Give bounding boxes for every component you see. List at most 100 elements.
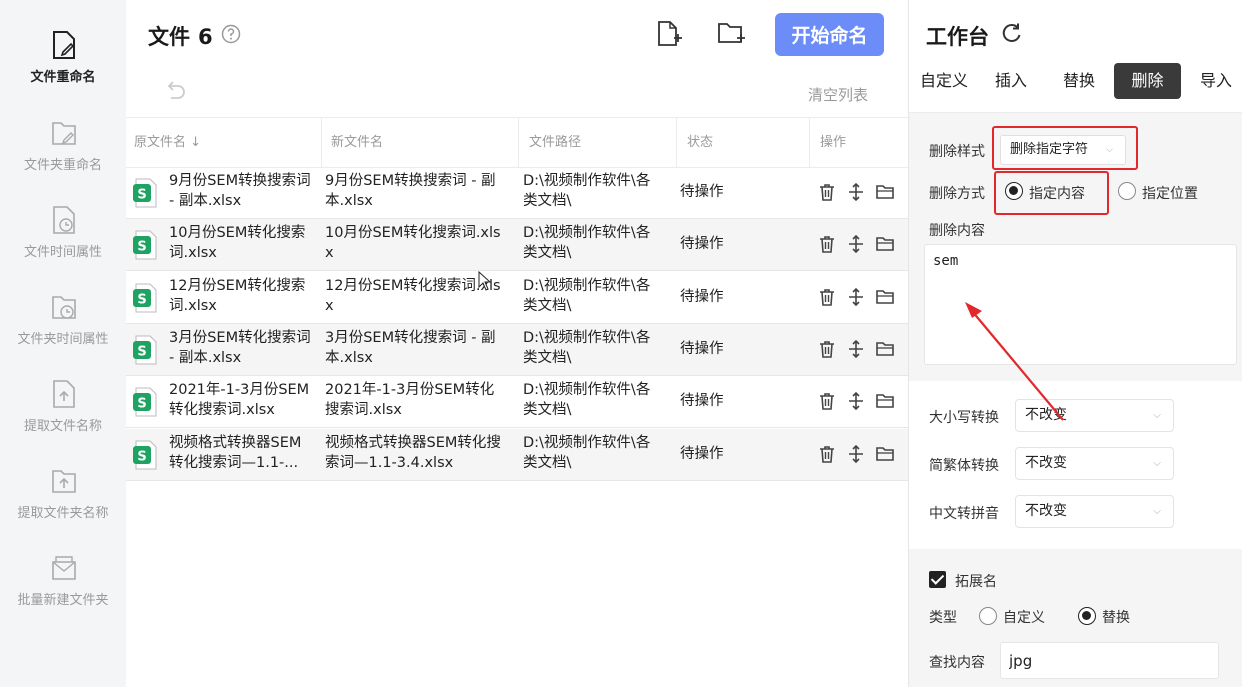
folder-open-icon[interactable] xyxy=(875,182,895,202)
new-filename: 12月份SEM转化搜索词.xlsx xyxy=(325,277,501,314)
table-header: 原文件名 ↓ 新文件名 文件路径 状态 操作 xyxy=(126,117,908,168)
chevron-down-icon: ⌵ xyxy=(1153,410,1161,421)
file-path: D:\视频制作软件\各类文档\ xyxy=(523,173,651,209)
add-file-icon[interactable] xyxy=(655,20,683,48)
table-row[interactable]: S 3月份SEM转化搜索词 - 副本.xlsx 3月份SEM转化搜索词 - 副本.x… xyxy=(126,323,908,376)
sidebar-item-label: 提取文件名称 xyxy=(23,419,102,434)
add-folder-icon[interactable] xyxy=(717,20,745,48)
sidebar-item-label: 文件时间属性 xyxy=(23,245,102,260)
move-icon[interactable] xyxy=(846,234,866,254)
column-original-name[interactable]: 原文件名 ↓ xyxy=(134,118,201,168)
new-filename: 视频格式转换器SEM转化搜索词—1.1-3.4.xlsx xyxy=(325,434,501,471)
delete-style-value: 删除指定字符 xyxy=(1010,142,1089,157)
trash-icon[interactable] xyxy=(817,339,837,359)
status-text: 待操作 xyxy=(680,340,724,357)
file-path: D:\视频制作软件\各类文档\ xyxy=(523,382,651,419)
file-list-panel: 文件 6 开始命名 清空列表 原文件名 ↓ 新文件名 文件路径 状态 操作 S 9月… xyxy=(126,0,908,687)
help-icon[interactable] xyxy=(221,24,241,44)
radio-specified-content[interactable] xyxy=(1005,182,1023,200)
radio-label: 指定内容 xyxy=(1029,186,1085,202)
table-row[interactable]: S 10月份SEM转化搜索词.xlsx 10月份SEM转化搜索词.xlsx D:\视频… xyxy=(126,219,908,272)
table-row[interactable]: S 2021年-1-3月份SEM转化搜索词.xlsx 2021年-1-3月份SEM转… xyxy=(126,376,908,429)
svg-text:S: S xyxy=(137,292,146,307)
folder-edit-icon xyxy=(52,122,76,145)
start-rename-button[interactable]: 开始命名 xyxy=(775,13,884,56)
sidebar-item-file-rename[interactable]: 文件重命名 xyxy=(0,30,126,110)
sidebar-item-label: 文件夹重命名 xyxy=(23,158,102,173)
trash-icon[interactable] xyxy=(817,182,837,202)
trash-icon[interactable] xyxy=(817,287,837,307)
radio-type-custom[interactable] xyxy=(979,607,997,625)
workbench-panel: 工作台 自定义 插入 替换 删除 导入 删除样式 删除指定字符 ⌵ 删除方式 指… xyxy=(908,0,1242,687)
original-filename: 视频格式转换器SEM转化搜索词—1.1-... xyxy=(169,434,302,471)
file-upload-icon xyxy=(53,380,75,408)
sidebar-item-extract-file-name[interactable]: 提取文件名称 xyxy=(0,379,126,459)
trash-icon[interactable] xyxy=(817,234,837,254)
column-file-path: 文件路径 xyxy=(529,135,582,150)
folder-open-icon[interactable] xyxy=(875,444,895,464)
file-clock-icon xyxy=(53,206,75,234)
delete-settings-section: 删除样式 删除指定字符 ⌵ 删除方式 指定内容 指定位置 删除内容 sem xyxy=(909,113,1242,381)
file-path: D:\视频制作软件\各类文档\ xyxy=(523,277,651,314)
clear-list-button[interactable]: 清空列表 xyxy=(808,84,868,105)
undo-icon[interactable] xyxy=(164,80,186,102)
table-row[interactable]: S 视频格式转换器SEM转化搜索词—1.1-... 视频格式转换器SEM转化搜索词—… xyxy=(126,428,908,481)
move-icon[interactable] xyxy=(846,444,866,464)
file-path: D:\视频制作软件\各类文档\ xyxy=(523,225,651,262)
sidebar-item-folder-time[interactable]: 文件夹时间属性 xyxy=(0,292,126,372)
workbench-tabs: 自定义 插入 替换 删除 导入 xyxy=(909,63,1242,101)
column-divider xyxy=(321,118,322,168)
refresh-icon[interactable] xyxy=(1001,22,1023,44)
excel-file-icon: S xyxy=(133,283,157,313)
type-label: 类型 xyxy=(929,610,957,626)
trash-icon[interactable] xyxy=(817,444,837,464)
tab-custom[interactable]: 自定义 xyxy=(913,63,975,99)
move-icon[interactable] xyxy=(846,391,866,411)
move-icon[interactable] xyxy=(846,339,866,359)
sidebar-item-extract-folder-name[interactable]: 提取文件夹名称 xyxy=(0,466,126,546)
trash-icon[interactable] xyxy=(817,391,837,411)
svg-text:S: S xyxy=(137,188,146,203)
sidebar-item-batch-new-folder[interactable]: 批量新建文件夹 xyxy=(0,553,126,633)
sidebar-item-folder-rename[interactable]: 文件夹重命名 xyxy=(0,118,126,198)
tab-insert[interactable]: 插入 xyxy=(983,63,1039,99)
table-row[interactable]: S 9月份SEM转换搜索词 - 副本.xlsx 9月份SEM转换搜索词 - 副本.x… xyxy=(126,167,908,219)
move-icon[interactable] xyxy=(846,182,866,202)
original-filename: 12月份SEM转化搜索词.xlsx xyxy=(169,277,306,314)
conversion-section: 大小写转换 不改变 ⌵ 简繁体转换 不改变 ⌵ 中文转拼音 不改变 ⌵ xyxy=(909,381,1242,549)
status-text: 待操作 xyxy=(680,393,724,410)
delete-content-input[interactable]: sem xyxy=(924,244,1237,365)
radio-label: 替换 xyxy=(1102,610,1130,626)
tab-replace[interactable]: 替换 xyxy=(1051,63,1107,99)
folder-open-icon[interactable] xyxy=(875,234,895,254)
pinyin-select[interactable]: 不改变 ⌵ xyxy=(1015,495,1174,528)
column-divider xyxy=(518,118,519,168)
table-row[interactable]: S 12月份SEM转化搜索词.xlsx 12月份SEM转化搜索词.xlsx D:\视频… xyxy=(126,272,908,324)
svg-text:S: S xyxy=(137,397,146,412)
sidebar-item-file-time[interactable]: 文件时间属性 xyxy=(0,205,126,285)
sidebar-item-label: 提取文件夹名称 xyxy=(17,506,109,521)
find-content-input[interactable] xyxy=(1000,642,1219,679)
tab-import[interactable]: 导入 xyxy=(1191,63,1241,99)
move-icon[interactable] xyxy=(846,287,866,307)
trad-simp-select[interactable]: 不改变 ⌵ xyxy=(1015,447,1174,480)
pinyin-value: 不改变 xyxy=(1025,503,1067,519)
case-convert-select[interactable]: 不改变 ⌵ xyxy=(1015,399,1174,432)
status-text: 待操作 xyxy=(680,445,724,462)
radio-specified-position[interactable] xyxy=(1118,182,1136,200)
excel-file-icon: S xyxy=(133,230,157,260)
folder-open-icon[interactable] xyxy=(875,287,895,307)
radio-type-replace[interactable] xyxy=(1078,607,1096,625)
folder-open-icon[interactable] xyxy=(875,339,895,359)
tab-delete[interactable]: 删除 xyxy=(1114,63,1181,99)
file-count: 6 xyxy=(198,25,213,49)
extension-label: 拓展名 xyxy=(955,574,997,590)
sidebar-item-label: 文件重命名 xyxy=(30,70,96,85)
svg-text:S: S xyxy=(137,240,146,255)
trad-simp-value: 不改变 xyxy=(1025,455,1067,471)
column-new-name: 新文件名 xyxy=(331,135,384,150)
delete-style-select[interactable]: 删除指定字符 ⌵ xyxy=(1000,135,1126,165)
folder-new-icon xyxy=(52,556,76,580)
extension-checkbox[interactable] xyxy=(929,571,946,588)
folder-open-icon[interactable] xyxy=(875,391,895,411)
